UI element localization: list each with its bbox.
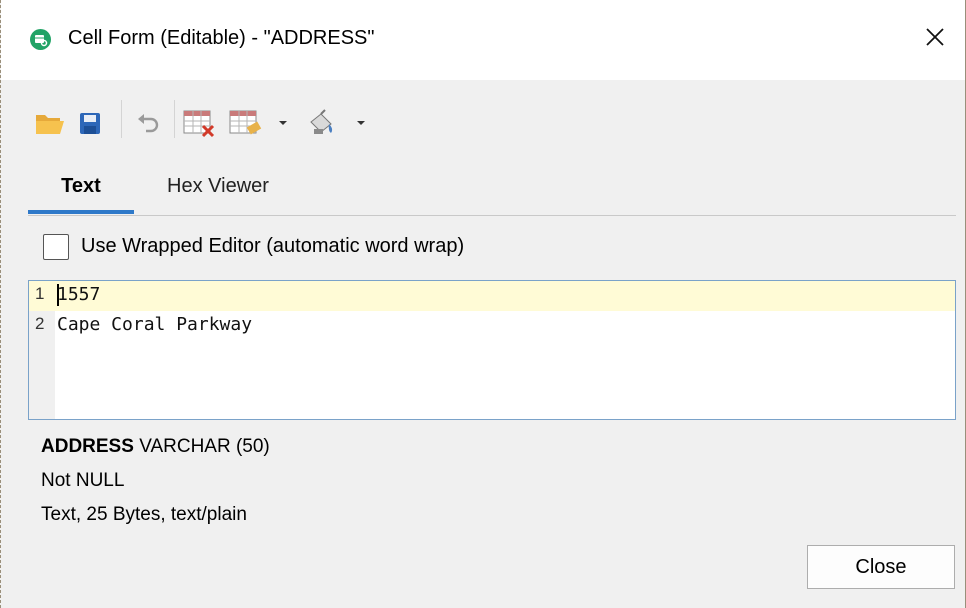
window-title: Cell Form (Editable) - "ADDRESS" — [68, 27, 375, 49]
close-window-icon[interactable] — [921, 22, 949, 52]
column-type: VARCHAR (50) — [139, 436, 270, 457]
wrapped-editor-checkbox[interactable] — [43, 234, 69, 260]
paint-bucket-icon[interactable] — [303, 102, 343, 142]
content-summary: Text, 25 Bytes, text/plain — [41, 504, 247, 525]
tab-text[interactable]: Text — [28, 162, 134, 214]
tab-hex-viewer-label: Hex Viewer — [167, 175, 269, 197]
tab-text-label: Text — [61, 175, 101, 197]
line-text[interactable]: Cape Coral Parkway — [57, 314, 252, 335]
toolbar-separator — [174, 100, 175, 138]
line-number: 1 — [35, 284, 45, 303]
editor-line[interactable]: 1 1557 — [29, 281, 955, 311]
grid-edit-icon[interactable] — [227, 102, 267, 142]
wrapped-editor-label: Use Wrapped Editor (automatic word wrap) — [81, 235, 465, 257]
save-disk-icon[interactable] — [75, 102, 105, 142]
line-number: 2 — [35, 314, 45, 333]
column-name: ADDRESS — [41, 436, 134, 457]
text-caret — [57, 284, 59, 306]
editor-tabs: Text Hex Viewer — [28, 162, 956, 218]
field-info: ADDRESS VARCHAR (50) Not NULL Text, 25 B… — [41, 430, 270, 532]
grid-delete-icon[interactable] — [181, 102, 221, 142]
nullability: Not NULL — [41, 470, 125, 491]
column-definition: ADDRESS VARCHAR (50) — [41, 430, 270, 464]
close-button[interactable]: Close — [807, 545, 955, 589]
active-tab-indicator — [28, 210, 134, 214]
tab-hex-viewer[interactable]: Hex Viewer — [148, 162, 288, 214]
tabs-divider — [28, 215, 956, 216]
editor-line[interactable]: 2 Cape Coral Parkway — [29, 311, 955, 341]
text-editor[interactable]: 1 1557 2 Cape Coral Parkway — [28, 280, 956, 420]
title-bar: Cell Form (Editable) - "ADDRESS" — [1, 0, 965, 80]
dropdown-arrow-icon[interactable] — [353, 102, 369, 142]
toolbar — [1, 80, 965, 160]
cell-form-app-icon — [30, 29, 51, 50]
toolbar-separator — [121, 100, 122, 138]
line-text[interactable]: 1557 — [57, 284, 100, 305]
undo-icon[interactable] — [133, 102, 163, 142]
dropdown-arrow-icon[interactable] — [275, 102, 291, 142]
open-folder-icon[interactable] — [33, 102, 67, 142]
cell-form-window: Cell Form (Editable) - "ADDRESS" Text He… — [0, 0, 966, 608]
